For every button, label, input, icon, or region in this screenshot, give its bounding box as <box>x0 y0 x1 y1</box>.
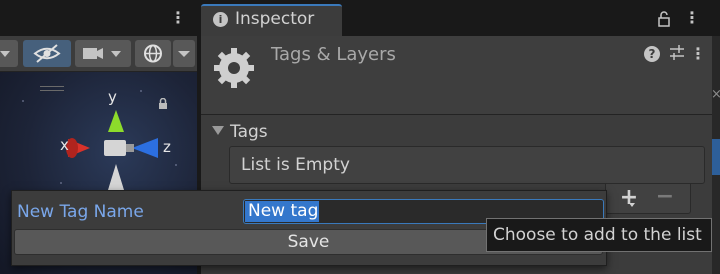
z-axis-label: z <box>163 138 171 156</box>
gizmos-dropdown[interactable] <box>173 40 195 67</box>
chevron-down-icon <box>178 51 190 57</box>
new-tag-name-value: New tag <box>248 201 319 221</box>
close-icon[interactable]: × <box>711 87 720 102</box>
chevron-down-icon <box>0 51 10 57</box>
foldout-arrow-icon <box>212 126 224 135</box>
help-icon[interactable]: ? <box>644 46 660 62</box>
adjacent-panel-button[interactable] <box>712 139 720 175</box>
inspector-kebab-menu-icon[interactable]: ⋮ <box>684 8 700 28</box>
tags-foldout[interactable]: Tags <box>212 122 268 142</box>
list-empty-message: List is Empty <box>241 155 350 175</box>
add-dropdown-arrow-icon <box>629 203 635 207</box>
new-tag-name-label: New Tag Name <box>17 202 144 222</box>
info-icon: i <box>213 12 228 27</box>
scene-visibility-toggle[interactable] <box>23 40 71 67</box>
camera-settings-dropdown[interactable] <box>75 40 131 67</box>
scene-drag-handle[interactable] <box>40 86 64 87</box>
remove-tag-button[interactable]: − <box>654 186 676 210</box>
scene-tab-bar <box>0 0 197 36</box>
y-axis-label: y <box>108 88 117 106</box>
presets-icon[interactable] <box>668 44 686 62</box>
camera-icon <box>83 48 121 59</box>
scene-kebab-menu-icon[interactable]: ⋮ <box>170 8 186 28</box>
z-axis-cone <box>132 138 158 158</box>
visibility-icon <box>33 44 61 63</box>
gear-icon <box>214 48 254 88</box>
lock-icon[interactable] <box>656 10 672 28</box>
header-kebab-menu-icon[interactable]: ⋮ <box>690 44 706 64</box>
gizmos-icon <box>144 44 162 63</box>
scene-toolbar <box>0 36 197 72</box>
gizmo-center-cube <box>104 140 126 156</box>
tags-foldout-label: Tags <box>230 122 268 142</box>
add-button-tooltip: Choose to add to the list <box>486 218 712 252</box>
gizmos-toggle[interactable] <box>135 40 171 67</box>
tab-inspector-label: Inspector <box>235 9 315 29</box>
inspector-header-title: Tags & Layers <box>271 44 396 65</box>
y-axis-cone <box>108 110 124 132</box>
draw-mode-dropdown[interactable] <box>0 40 18 67</box>
x-axis-label: x <box>60 136 69 154</box>
